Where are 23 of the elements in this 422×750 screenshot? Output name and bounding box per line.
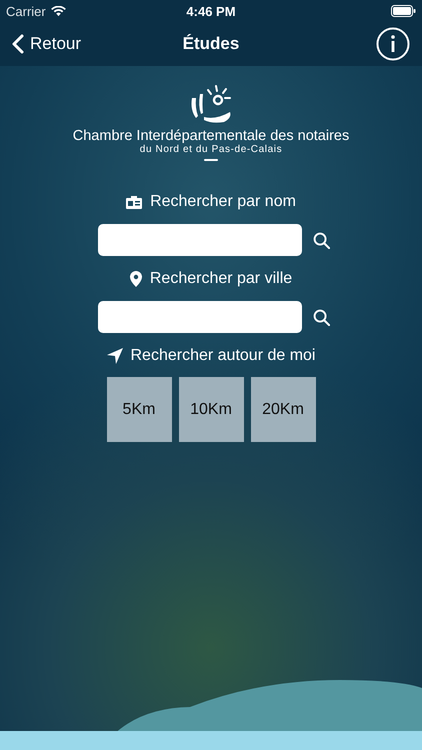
logo-title: Chambre Interdépartementale des notaires [72,128,350,144]
screen-title: Études [182,34,240,54]
distance-button[interactable]: 5Km [106,377,172,442]
distance-button[interactable]: 10Km [178,377,244,442]
section-label: Rechercher par nom [150,193,296,211]
carrier-label: Carrier [6,4,46,18]
search-icon[interactable] [313,308,330,326]
search-field[interactable] [98,224,302,256]
wifi-icon [50,6,66,16]
search-icon[interactable] [313,232,330,248]
distance-button[interactable]: 20Km [250,377,316,442]
location-arrow-icon [106,348,122,364]
search-field[interactable] [98,301,302,333]
chevron-left-icon [12,34,24,54]
back-button[interactable]: Retour [12,34,82,54]
status-time: 4:46 PM [185,4,237,18]
battery-icon [391,5,416,17]
info-icon[interactable] [376,27,410,61]
id-card-icon [126,196,142,208]
logo-subtitle: du Nord et du Pas-de-Calais [140,144,282,155]
section-label: Rechercher autour de moi [130,347,316,365]
pin-icon [130,271,142,287]
section-label: Rechercher par ville [150,270,292,288]
